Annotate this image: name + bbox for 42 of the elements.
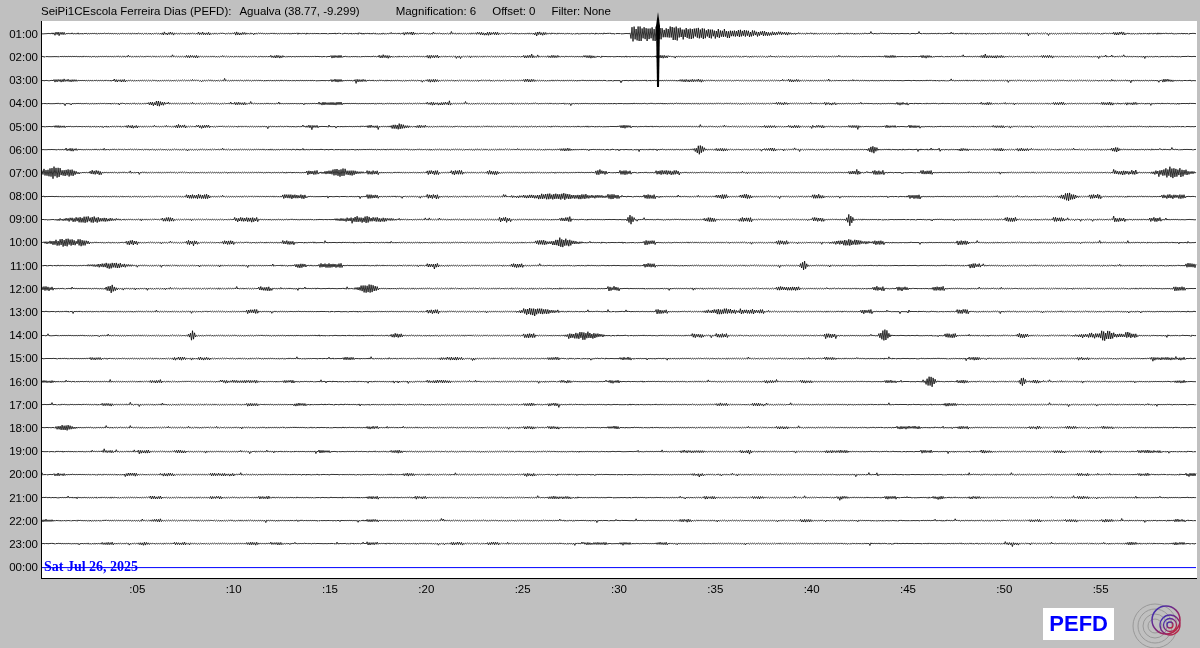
filter-label: Filter: None: [551, 4, 611, 17]
hour-label: 07:00: [8, 165, 39, 181]
hour-label: 03:00: [8, 73, 39, 89]
minute-tick-label: :45: [900, 583, 916, 595]
minute-tick-label: :15: [322, 583, 338, 595]
hour-label: 16:00: [8, 374, 39, 390]
hour-label: 06:00: [8, 142, 39, 158]
hour-label: 08:00: [8, 189, 39, 205]
minute-tick-label: :30: [611, 583, 627, 595]
hour-label: 00:00: [8, 560, 39, 576]
hour-label: 10:00: [8, 235, 39, 251]
minute-tick-label: :50: [996, 583, 1013, 595]
hour-label: 14:00: [8, 328, 39, 344]
hour-label: 15:00: [8, 351, 39, 367]
hour-label: 12:00: [8, 281, 39, 297]
seismic-logo-icon: [1132, 600, 1184, 648]
station-name: SeiPi1CEscola Ferreira Dias (PEFD):: [41, 4, 232, 17]
hour-label: 23:00: [8, 536, 39, 552]
hour-label: 01:00: [8, 26, 39, 42]
magnification-label: Magnification: 6: [395, 4, 477, 17]
minute-tick-label: :40: [803, 583, 820, 595]
hour-label: 09:00: [8, 212, 39, 228]
minute-tick-label: :35: [707, 583, 724, 595]
hour-label: 20:00: [8, 467, 39, 483]
minute-tick-label: :25: [514, 583, 531, 595]
hour-label: 18:00: [8, 420, 39, 436]
minute-tick-label: :05: [129, 583, 146, 595]
hour-label: 04:00: [8, 96, 39, 112]
hour-label: 05:00: [8, 119, 39, 135]
minute-tick-label: :10: [225, 583, 242, 595]
hour-label: 02:00: [8, 49, 39, 65]
hour-label: 11:00: [9, 258, 39, 274]
offset-label: Offset: 0: [492, 4, 536, 17]
hour-label: 22:00: [8, 513, 39, 529]
minute-tick-label: :55: [1092, 583, 1109, 595]
hour-label: 19:00: [8, 444, 39, 460]
station-location: Agualva (38.77, -9.299): [239, 4, 360, 17]
hour-label: 13:00: [8, 305, 39, 321]
station-code: PEFD: [1043, 608, 1114, 640]
minute-tick-label: :20: [418, 583, 435, 595]
hour-label: 17:00: [8, 397, 39, 413]
hour-label: 21:00: [8, 490, 39, 506]
